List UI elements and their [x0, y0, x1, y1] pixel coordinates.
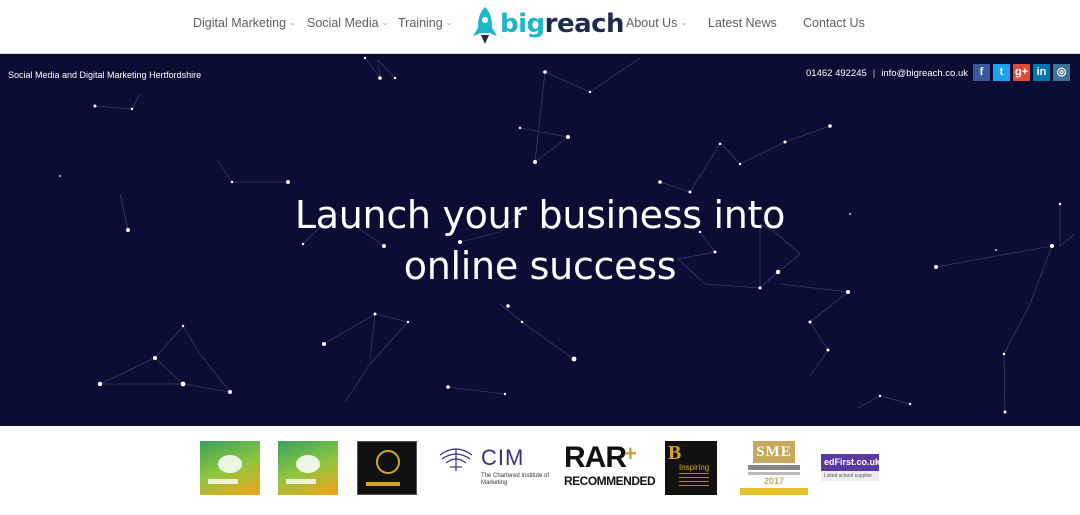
nav-label: About Us [626, 16, 678, 30]
site-tagline: Social Media and Digital Marketing Hertf… [8, 70, 202, 80]
award-label-bar [366, 482, 400, 486]
edfirst-badge: edFirst.co.uk Listed school supplier [821, 441, 880, 495]
chevron-down-icon: ⌄ [381, 18, 389, 27]
rar-recommended: RECOMMENDED [564, 474, 656, 488]
inspiring-subtext [679, 473, 709, 487]
nav-social-media[interactable]: Social Media ⌄ [307, 16, 388, 30]
facebook-icon[interactable]: f [973, 64, 990, 81]
nav-digital-marketing[interactable]: Digital Marketing ⌄ [193, 16, 296, 30]
hero-headline: Launch your business into online success [0, 190, 1080, 292]
cim-full-name: The Chartered Institute of Marketing [481, 473, 550, 486]
sme-line [748, 472, 800, 475]
nav-about-us[interactable]: About Us ⌄ [626, 16, 687, 30]
nav-label: Latest News [708, 16, 777, 30]
award-badge-gold-2 [278, 441, 338, 495]
cim-abbreviation: CIM [481, 445, 525, 470]
award-label-bar [286, 479, 316, 484]
contact-separator: | [872, 68, 876, 79]
google-plus-icon[interactable]: g+ [1013, 64, 1030, 81]
logo-part-reach: reach [544, 9, 625, 39]
award-ring [376, 450, 400, 474]
cim-crest-icon [439, 448, 473, 471]
logo-part-big: big [500, 9, 545, 39]
award-badge-dark [357, 441, 417, 495]
award-emblem [218, 455, 242, 473]
phone-number[interactable]: 01462 492245 [806, 68, 867, 79]
sme-finalist-banner [740, 488, 808, 495]
chevron-down-icon: ⌄ [445, 18, 453, 27]
rar-recommended-logo: RAR + RECOMMENDED [564, 441, 656, 495]
nav-training[interactable]: Training ⌄ [398, 16, 452, 30]
sme-mark: SME [753, 441, 795, 463]
rar-main: RAR [564, 441, 627, 474]
nav-latest-news[interactable]: Latest News [708, 16, 777, 30]
nav-label: Social Media [307, 16, 379, 30]
linkedin-icon[interactable]: in [1033, 64, 1050, 81]
inspiring-text: Inspiring [679, 463, 710, 472]
instagram-icon[interactable]: ◎ [1053, 64, 1070, 81]
headline-line-1: Launch your business into [294, 193, 786, 237]
rocket-icon [473, 7, 497, 44]
awards-strip: CIM The Chartered Institute of Marketing… [0, 426, 1080, 515]
inspiring-herts-award: B Inspiring [665, 441, 717, 495]
contact-info: 01462 492245 | info@bigreach.co.uk [806, 68, 968, 79]
inspiring-letter: B [668, 442, 682, 464]
email-link[interactable]: info@bigreach.co.uk [881, 68, 968, 79]
twitter-icon[interactable]: t [993, 64, 1010, 81]
hero-banner: Social Media and Digital Marketing Hertf… [0, 54, 1080, 426]
edfirst-subtitle: Listed school supplier [821, 471, 879, 481]
award-badge-gold [200, 441, 260, 495]
chevron-down-icon: ⌄ [289, 18, 296, 27]
nav-label: Digital Marketing [193, 16, 287, 30]
sme-year: 2017 [763, 476, 785, 486]
chevron-down-icon: ⌄ [680, 18, 688, 27]
award-emblem [296, 455, 320, 473]
site-header: Digital Marketing ⌄ Social Media ⌄ Trainin… [0, 0, 1080, 54]
sme-subtitle-bar [748, 465, 800, 470]
cim-logo: CIM The Chartered Institute of Marketing [438, 441, 549, 495]
logo-wordmark: bigreach [500, 9, 625, 39]
nav-contact-us[interactable]: Contact Us [803, 16, 865, 30]
rar-plus: + [624, 441, 637, 466]
award-label-bar [208, 479, 238, 484]
headline-line-2: online success [403, 244, 677, 288]
nav-label: Training [398, 16, 443, 30]
nav-label: Contact Us [803, 16, 865, 30]
sme-award-badge: SME 2017 [740, 441, 808, 495]
edfirst-name: edFirst.co.uk [821, 454, 880, 471]
bigreach-logo[interactable]: bigreach [470, 4, 625, 48]
